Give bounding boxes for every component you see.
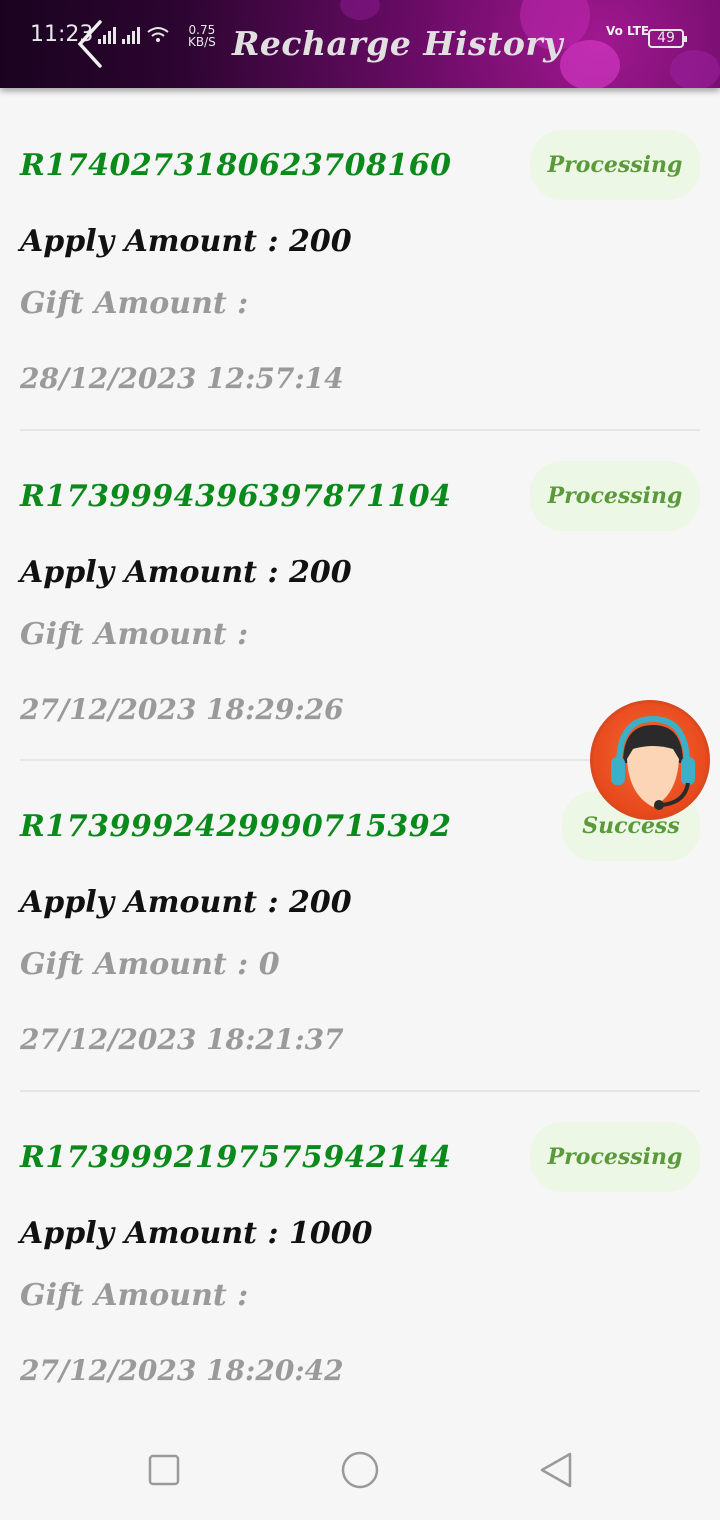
gift-amount: Gift Amount : [20, 286, 249, 321]
gift-amount: Gift Amount : [20, 616, 249, 652]
order-id: R1739992197575942144 [20, 1139, 452, 1175]
header-decoration [670, 50, 720, 88]
order-id: R1739992429990715392 [20, 809, 452, 844]
header-decoration [560, 40, 620, 88]
customer-support-button[interactable] [590, 700, 710, 820]
battery-level: 49 [657, 30, 675, 46]
recharge-record[interactable]: R1740273180623708160 Processing Apply Am… [20, 100, 700, 431]
network-speed-unit: KB/S [188, 35, 216, 49]
chevron-left-icon[interactable] [74, 20, 112, 68]
record-datetime: 27/12/2023 18:29:26 [20, 692, 344, 726]
order-id: R1740273180623708160 [20, 148, 452, 183]
circle-icon[interactable] [340, 1450, 380, 1490]
record-datetime: 27/12/2023 18:20:42 [20, 1353, 344, 1387]
triangle-back-icon[interactable] [536, 1450, 576, 1490]
gift-amount: Gift Amount : 0 [20, 947, 280, 982]
apply-amount: Apply Amount : 1000 [20, 1215, 373, 1251]
status-badge: Processing [530, 1121, 700, 1192]
apply-amount: Apply Amount : 200 [20, 554, 352, 590]
battery-icon: 49 [648, 29, 687, 48]
recharge-record[interactable]: R1739994396397871104 Processing Apply Am… [20, 431, 700, 761]
record-datetime: 27/12/2023 18:21:37 [20, 1023, 344, 1056]
recharge-record[interactable]: R1739992197575942144 Processing Apply Am… [20, 1092, 700, 1423]
order-id: R1739994396397871104 [20, 478, 452, 514]
volte-indicator: Vo LTE [606, 24, 650, 38]
record-datetime: 28/12/2023 12:57:14 [20, 362, 344, 395]
signal-icon [122, 27, 140, 44]
wifi-icon [147, 27, 169, 42]
network-speed: 0.75 KB/S [188, 24, 216, 48]
apply-amount: Apply Amount : 200 [20, 885, 352, 920]
header-decoration [340, 0, 380, 20]
status-badge: Processing [530, 460, 700, 531]
status-badge: Processing [530, 130, 700, 200]
apply-amount: Apply Amount : 200 [20, 224, 352, 259]
square-icon[interactable] [144, 1450, 184, 1490]
app-header: 11:23 0.75 KB/S Recharge History Vo LTE … [0, 0, 720, 88]
page-title: Recharge History [232, 24, 563, 63]
recharge-record[interactable]: R1739992429990715392 Success Apply Amoun… [20, 761, 700, 1092]
system-nav-bar [0, 1420, 720, 1520]
gift-amount: Gift Amount : [20, 1277, 249, 1313]
